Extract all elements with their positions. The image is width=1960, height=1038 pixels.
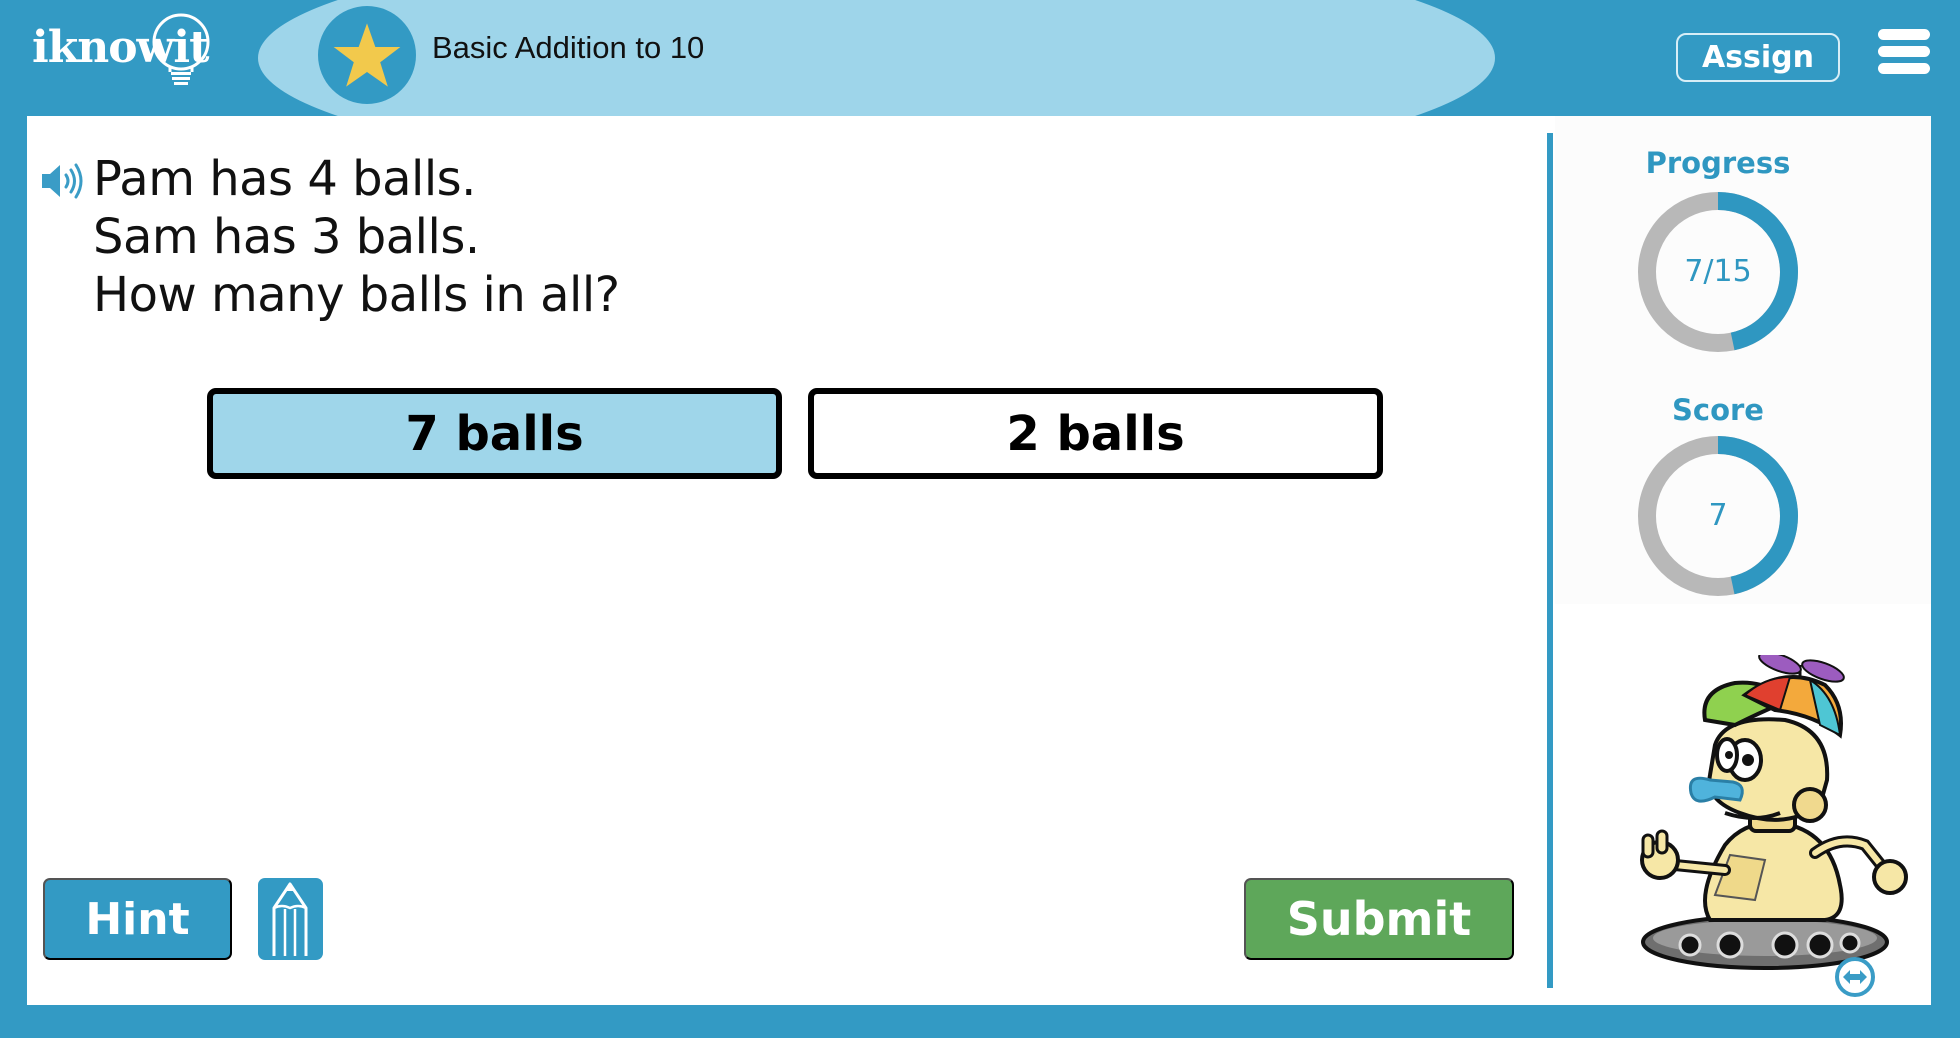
star-icon <box>333 23 401 87</box>
panel-divider <box>1547 133 1553 988</box>
question-line: How many balls in all? <box>93 267 620 323</box>
star-badge <box>318 6 416 104</box>
progress-value: 7/15 <box>1684 254 1752 289</box>
swap-arrows-icon[interactable] <box>1834 956 1876 998</box>
pencil-icon <box>272 882 308 956</box>
hamburger-menu-icon[interactable] <box>1878 29 1930 75</box>
question-line: Sam has 3 balls. <box>93 209 480 265</box>
submit-button[interactable]: Submit <box>1244 878 1514 960</box>
question-line: Pam has 4 balls. <box>93 151 476 207</box>
header-bar: iknowit Basic Addition to 10 Assign <box>0 0 1960 116</box>
speaker-icon[interactable] <box>40 162 86 200</box>
scratchpad-button[interactable] <box>258 878 323 960</box>
answer-option-2[interactable]: 2 balls <box>808 388 1383 479</box>
score-label: Score <box>1672 393 1764 427</box>
iknowit-logo[interactable]: iknowit <box>32 13 232 94</box>
assign-button[interactable]: Assign <box>1676 33 1840 82</box>
page-title: Basic Addition to 10 <box>432 30 705 65</box>
hint-button[interactable]: Hint <box>43 878 232 960</box>
score-value: 7 <box>1708 498 1728 533</box>
progress-label: Progress <box>1645 146 1791 180</box>
answer-option-1[interactable]: 7 balls <box>207 388 782 479</box>
lightbulb-icon <box>152 13 210 85</box>
question-text: Pam has 4 balls. Sam has 3 balls. How ma… <box>93 150 620 324</box>
robot-mascot <box>1640 655 1908 970</box>
